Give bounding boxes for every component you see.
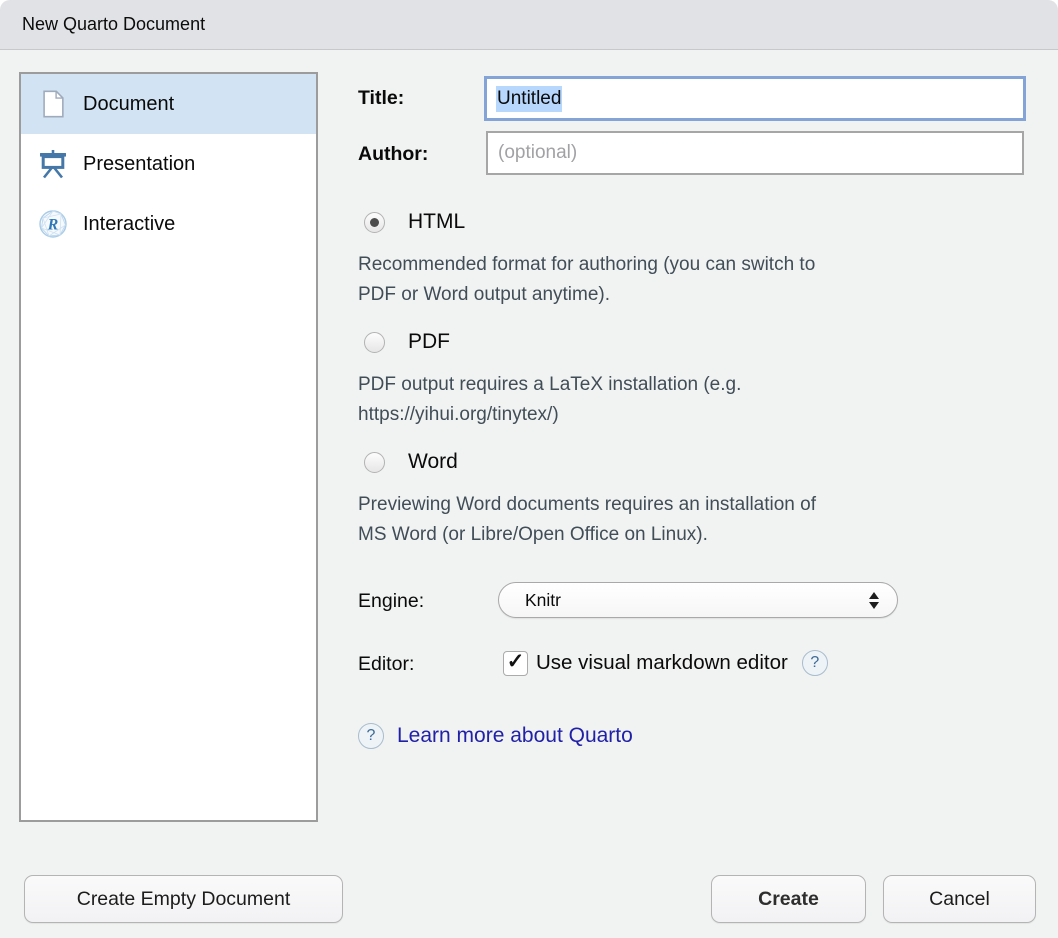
author-label: Author: bbox=[358, 143, 428, 166]
title-input[interactable]: Untitled bbox=[484, 76, 1026, 121]
document-icon bbox=[36, 87, 70, 121]
list-item-presentation[interactable]: Presentation bbox=[21, 134, 316, 194]
editor-row: ✓ Use visual markdown editor ? bbox=[503, 648, 828, 678]
window-title: New Quarto Document bbox=[22, 14, 205, 35]
list-item-label: Interactive bbox=[83, 213, 175, 236]
title-input-selected-text: Untitled bbox=[496, 86, 562, 112]
list-item-document[interactable]: Document bbox=[21, 74, 316, 134]
format-description-pdf: PDF output requires a LaTeX installation… bbox=[358, 370, 1028, 430]
learn-more-row: ? Learn more about Quarto bbox=[358, 721, 633, 751]
presentation-icon bbox=[36, 147, 70, 181]
engine-select[interactable]: Knitr bbox=[498, 582, 898, 618]
new-quarto-document-dialog: New Quarto Document Document bbox=[0, 0, 1058, 938]
chevron-up-icon bbox=[869, 592, 879, 599]
format-label-word[interactable]: Word bbox=[408, 450, 458, 474]
create-empty-document-button[interactable]: Create Empty Document bbox=[24, 875, 343, 923]
chevron-down-icon bbox=[869, 602, 879, 609]
svg-text:R: R bbox=[47, 217, 59, 234]
format-radio-word[interactable]: Word bbox=[364, 450, 458, 474]
checkmark-icon: ✓ bbox=[507, 651, 525, 672]
format-radio-html[interactable]: HTML bbox=[364, 210, 465, 234]
format-radio-pdf[interactable]: PDF bbox=[364, 330, 450, 354]
radio-button-icon[interactable] bbox=[364, 332, 385, 353]
list-item-interactive[interactable]: R Interactive bbox=[21, 194, 316, 254]
format-description-word: Previewing Word documents requires an in… bbox=[358, 490, 1028, 550]
interactive-icon: R bbox=[36, 207, 70, 241]
radio-button-icon[interactable] bbox=[364, 212, 385, 233]
visual-editor-checkbox-label[interactable]: Use visual markdown editor bbox=[536, 651, 788, 675]
title-label: Title: bbox=[358, 87, 404, 110]
create-button[interactable]: Create bbox=[711, 875, 866, 923]
template-list: Document Presentation R bbox=[19, 72, 318, 822]
engine-label: Engine: bbox=[358, 590, 424, 613]
author-input[interactable] bbox=[486, 131, 1024, 175]
titlebar: New Quarto Document bbox=[0, 0, 1058, 50]
editor-label: Editor: bbox=[358, 653, 414, 676]
visual-editor-help-icon[interactable]: ? bbox=[802, 650, 828, 676]
learn-more-link[interactable]: Learn more about Quarto bbox=[397, 724, 633, 748]
select-arrows-icon bbox=[869, 592, 879, 609]
format-label-html[interactable]: HTML bbox=[408, 210, 465, 234]
format-label-pdf[interactable]: PDF bbox=[408, 330, 450, 354]
list-item-label: Document bbox=[83, 93, 174, 116]
visual-editor-checkbox[interactable]: ✓ bbox=[503, 651, 528, 676]
list-item-label: Presentation bbox=[83, 153, 195, 176]
format-description-html: Recommended format for authoring (you ca… bbox=[358, 250, 1028, 310]
engine-select-value: Knitr bbox=[525, 590, 869, 611]
quarto-help-icon[interactable]: ? bbox=[358, 723, 384, 749]
cancel-button[interactable]: Cancel bbox=[883, 875, 1036, 923]
radio-button-icon[interactable] bbox=[364, 452, 385, 473]
